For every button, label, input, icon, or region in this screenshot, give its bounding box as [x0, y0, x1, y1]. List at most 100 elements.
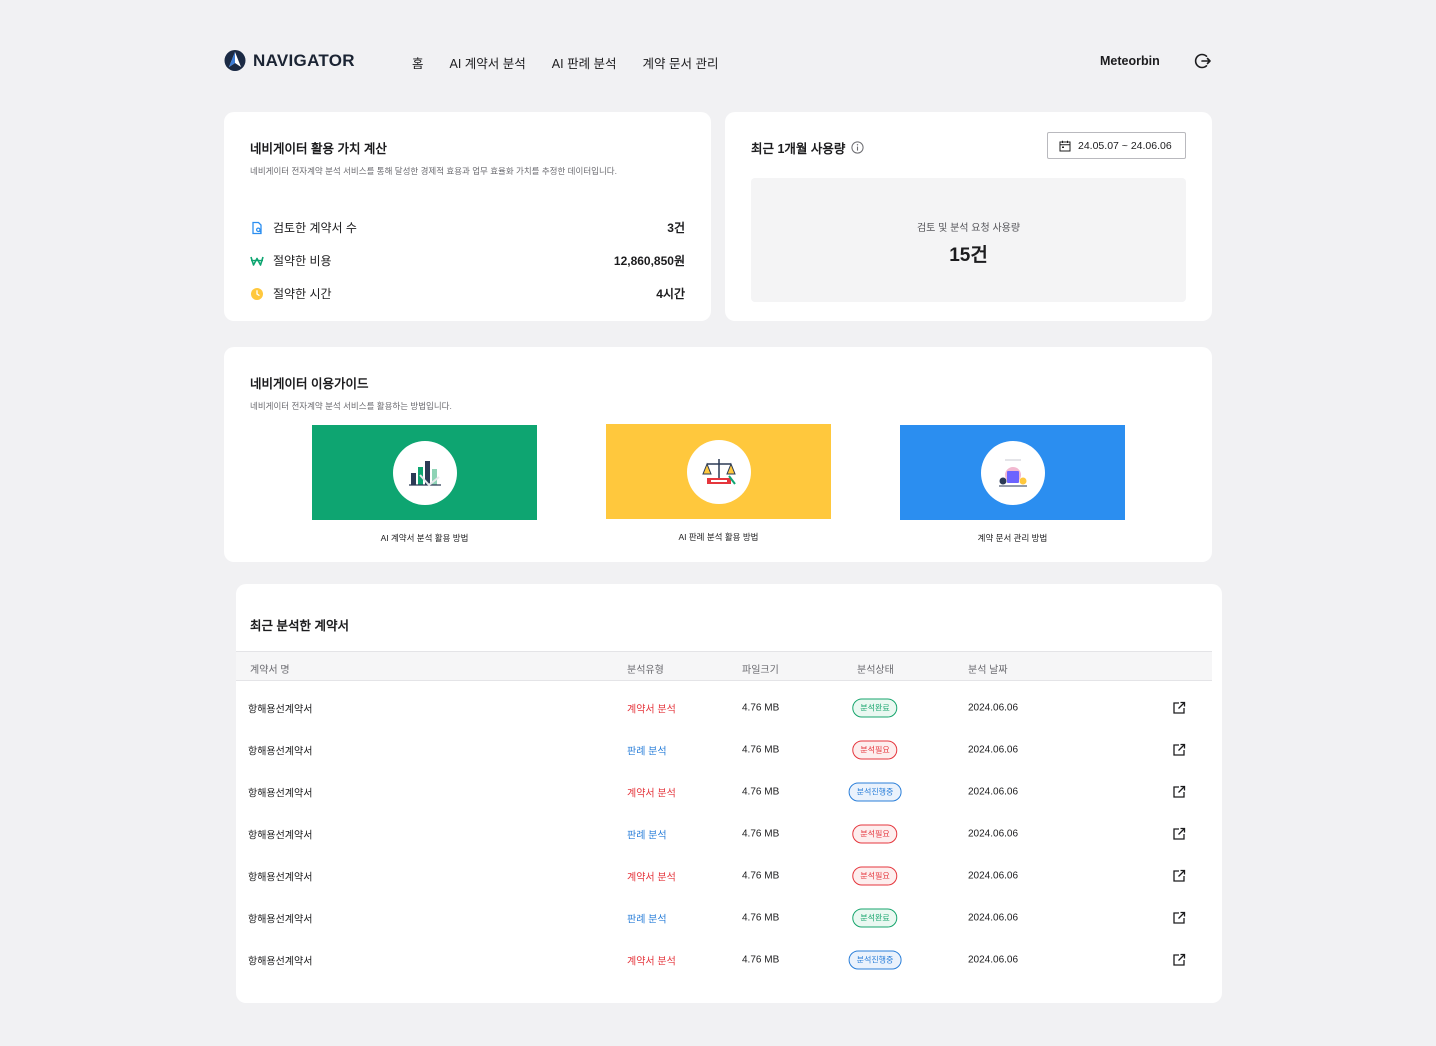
stat-label: 검토한 계약서 수 — [273, 221, 357, 235]
analysis-date: 2024.06.06 — [968, 954, 1019, 966]
status-badge: 분석진행중 — [848, 950, 902, 970]
nav-home[interactable]: 홈 — [412, 53, 424, 72]
contract-name: 항해용선계약서 — [248, 788, 313, 800]
contract-name: 항해용선계약서 — [248, 704, 313, 716]
guide-item-contract-analysis[interactable]: AI 계약서 분석 활용 방법 — [312, 425, 537, 544]
nav-ai-precedent-analysis[interactable]: AI 판례 분석 — [552, 53, 617, 72]
analysis-type: 판례 분석 — [627, 914, 667, 926]
contract-analysis-illustration-icon — [408, 460, 441, 486]
file-size: 4.76 MB — [742, 702, 780, 714]
contract-name: 항해용선계약서 — [248, 956, 313, 968]
clock-icon — [250, 287, 264, 301]
open-external-icon[interactable] — [1172, 785, 1186, 799]
stat-value: 12,860,850원 — [613, 254, 685, 268]
value-card-title: 네비게이터 활용 가치 계산 — [250, 142, 387, 156]
contract-name: 항해용선계약서 — [248, 830, 313, 842]
status-badge: 분석진행중 — [848, 782, 902, 802]
guide-thumbnail[interactable] — [900, 425, 1125, 520]
monthly-usage-card: 최근 1개월 사용량 24.05.07 ~ 24.06.06 검토 및 분석 요… — [725, 112, 1212, 321]
calendar-icon — [1059, 140, 1071, 151]
nav-document-management[interactable]: 계약 문서 관리 — [643, 53, 719, 72]
open-external-icon[interactable] — [1172, 827, 1186, 841]
date-range-picker[interactable]: 24.05.07 ~ 24.06.06 — [1047, 132, 1186, 159]
guide-illustration — [686, 439, 751, 504]
usage-guide-card: 네비게이터 이용가이드 네비게이터 전자계약 분석 서비스를 활용하는 방법입니… — [224, 347, 1212, 562]
analysis-type: 계약서 분석 — [627, 704, 676, 716]
nav-ai-contract-analysis[interactable]: AI 계약서 분석 — [450, 53, 526, 72]
file-size: 4.76 MB — [742, 786, 780, 798]
logout-icon[interactable] — [1194, 52, 1212, 70]
top-header: NAVIGATOR 홈 AI 계약서 분석 AI 판례 분석 계약 문서 관리 … — [224, 46, 1214, 76]
analysis-date: 2024.06.06 — [968, 870, 1019, 882]
file-size: 4.76 MB — [742, 954, 780, 966]
stat-value: 4시간 — [656, 287, 685, 301]
guide-item-precedent-analysis[interactable]: AI 판례 분석 활용 방법 — [606, 424, 831, 543]
open-external-icon[interactable] — [1172, 869, 1186, 883]
guide-illustration — [980, 440, 1045, 505]
table-title: 최근 분석한 계약서 — [250, 619, 349, 633]
status-badge: 분석완료 — [852, 908, 898, 928]
value-calculation-card: 네비게이터 활용 가치 계산 네비게이터 전자계약 분석 서비스를 통해 달성한… — [224, 112, 711, 321]
navigator-logo-icon — [224, 50, 246, 71]
document-search-icon — [250, 221, 264, 235]
stat-list: 검토한 계약서 수 3건 절약한 비용 12,860,850원 절약한 시간 4… — [250, 211, 685, 310]
contract-name: 항해용선계약서 — [248, 872, 313, 884]
guide-thumbnail[interactable] — [606, 424, 831, 519]
analysis-type: 판례 분석 — [627, 830, 667, 842]
table-row[interactable]: 항해용선계약서 판례 분석 4.76 MB 분석필요 2024.06.06 — [236, 813, 1212, 855]
column-header-date: 분석 날짜 — [968, 665, 1008, 676]
stat-reviewed-contracts: 검토한 계약서 수 3건 — [250, 211, 685, 244]
user-name[interactable]: Meteorbin — [1100, 54, 1160, 68]
table-row[interactable]: 항해용선계약서 계약서 분석 4.76 MB 분석필요 2024.06.06 — [236, 855, 1212, 897]
stat-saved-cost: 절약한 비용 12,860,850원 — [250, 244, 685, 277]
column-header-name: 계약서 명 — [250, 665, 290, 676]
file-size: 4.76 MB — [742, 912, 780, 924]
table-row[interactable]: 항해용선계약서 계약서 분석 4.76 MB 분석완료 2024.06.06 — [236, 687, 1212, 729]
table-row[interactable]: 항해용선계약서 계약서 분석 4.76 MB 분석진행중 2024.06.06 — [236, 771, 1212, 813]
info-icon[interactable] — [851, 141, 865, 154]
open-external-icon[interactable] — [1172, 701, 1186, 715]
table-header: 계약서 명 분석유형 파일크기 분석상태 분석 날짜 — [236, 651, 1212, 681]
usage-value: 15건 — [949, 245, 988, 266]
open-external-icon[interactable] — [1172, 911, 1186, 925]
analysis-date: 2024.06.06 — [968, 912, 1019, 924]
stat-label: 절약한 비용 — [273, 254, 332, 268]
value-card-subtitle: 네비게이터 전자계약 분석 서비스를 통해 달성한 경제적 효용과 업무 효율화… — [250, 166, 617, 176]
guide-card-title: 네비게이터 이용가이드 — [250, 377, 369, 391]
date-range-text: 24.05.07 ~ 24.06.06 — [1078, 139, 1172, 152]
precedent-analysis-illustration-icon — [701, 458, 736, 485]
stat-value: 3건 — [667, 221, 685, 235]
contract-name: 항해용선계약서 — [248, 914, 313, 926]
guide-thumbnail[interactable] — [312, 425, 537, 520]
stat-saved-time: 절약한 시간 4시간 — [250, 277, 685, 310]
main-nav: 홈 AI 계약서 분석 AI 판례 분석 계약 문서 관리 — [412, 53, 719, 72]
brand-logo[interactable]: NAVIGATOR — [224, 48, 355, 73]
table-row[interactable]: 항해용선계약서 판례 분석 4.76 MB 분석필요 2024.06.06 — [236, 729, 1212, 771]
column-header-size: 파일크기 — [742, 665, 779, 676]
analysis-type: 판례 분석 — [627, 746, 667, 758]
guide-item-document-management[interactable]: 계약 문서 관리 방법 — [900, 425, 1125, 544]
table-row[interactable]: 항해용선계약서 계약서 분석 4.76 MB 분석진행중 2024.06.06 — [236, 939, 1212, 981]
open-external-icon[interactable] — [1172, 953, 1186, 967]
usage-summary-box: 검토 및 분석 요청 사용량 15건 — [751, 178, 1186, 302]
status-badge: 분석필요 — [852, 866, 898, 886]
analysis-type: 계약서 분석 — [627, 956, 676, 968]
file-size: 4.76 MB — [742, 828, 780, 840]
usage-label: 검토 및 분석 요청 사용량 — [916, 223, 1021, 234]
guide-label: AI 계약서 분석 활용 방법 — [380, 533, 469, 543]
analysis-date: 2024.06.06 — [968, 744, 1019, 756]
table-row[interactable]: 항해용선계약서 판례 분석 4.76 MB 분석완료 2024.06.06 — [236, 897, 1212, 939]
column-header-status: 분석상태 — [857, 665, 894, 676]
usage-card-title: 최근 1개월 사용량 — [751, 142, 846, 156]
analysis-date: 2024.06.06 — [968, 828, 1019, 840]
status-badge: 분석완료 — [852, 698, 898, 718]
column-header-type: 분석유형 — [627, 665, 664, 676]
status-badge: 분석필요 — [852, 824, 898, 844]
brand-name: NAVIGATOR — [253, 50, 355, 70]
analysis-date: 2024.06.06 — [968, 702, 1019, 714]
won-icon — [250, 254, 264, 268]
guide-illustration — [392, 440, 457, 505]
open-external-icon[interactable] — [1172, 743, 1186, 757]
analysis-type: 계약서 분석 — [627, 872, 676, 884]
stat-label: 절약한 시간 — [273, 287, 332, 301]
